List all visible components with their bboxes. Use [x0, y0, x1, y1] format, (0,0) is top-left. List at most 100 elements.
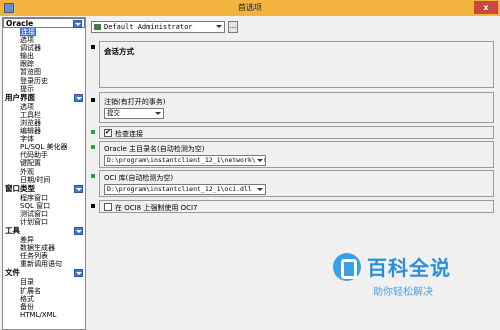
nav-item-label: 提示: [20, 84, 34, 93]
chevron-down-icon: [154, 110, 162, 118]
nav-item[interactable]: 选项: [3, 36, 85, 44]
oracle-home-select[interactable]: D:\program\instantclient_12_1\network\ad…: [104, 155, 266, 166]
oci-library-label: OCI 库(自动检测为空): [104, 174, 174, 182]
watermark-logo: [333, 253, 361, 281]
nav-item[interactable]: 工具栏: [3, 111, 85, 119]
nav-category-label: Oracle: [6, 19, 34, 28]
nav-item[interactable]: 计划窗口: [3, 218, 85, 226]
nav-item[interactable]: 浏览器: [3, 119, 85, 127]
nav-item[interactable]: 日期/时间: [3, 176, 85, 184]
nav-item[interactable]: 登录历史: [3, 77, 85, 85]
nav-item[interactable]: 代码助手: [3, 151, 85, 159]
nav-category[interactable]: 文件: [3, 268, 85, 279]
preferences-nav-tree: Oracle 连接 选项 调试器 输出 跟踪 暂览图 登录历史 提示 用户界面 选项 工具栏 浏览器 编辑…: [2, 17, 86, 330]
nav-category[interactable]: 工具: [3, 226, 85, 237]
watermark-title: 百科全说: [367, 256, 451, 280]
watermark-subtitle: 助你轻松解决: [373, 287, 433, 298]
oracle-home-label: Oracle 主目录名(自动检测为空): [104, 145, 205, 153]
nav-item[interactable]: 编辑器: [3, 127, 85, 135]
nav-item[interactable]: HTML/XML: [3, 311, 85, 319]
section-marker: [91, 204, 95, 208]
nav-category[interactable]: 窗口类型: [3, 183, 85, 194]
nav-category-label: 用户界面: [5, 92, 35, 102]
nav-item-label: 连接: [20, 28, 36, 36]
check-connection-section: 检查连接: [99, 126, 494, 139]
chevron-down-icon: [256, 157, 264, 165]
section-marker: [91, 98, 95, 102]
profile-more-button[interactable]: ...: [228, 21, 238, 33]
nav-item[interactable]: 调试器: [3, 44, 85, 52]
section-marker-changed: [91, 145, 95, 149]
nav-category[interactable]: Oracle: [3, 18, 85, 28]
nav-item[interactable]: 连接: [3, 28, 85, 36]
nav-item[interactable]: 提示: [3, 85, 85, 93]
nav-item[interactable]: 选项: [3, 103, 85, 111]
nav-item[interactable]: 跟踪: [3, 60, 85, 68]
nav-item-label: 数据生成器: [20, 244, 55, 253]
nav-item[interactable]: 差异: [3, 236, 85, 244]
nav-item-label: SQL 窗口: [20, 201, 51, 210]
nav-item-label: 键配置: [20, 159, 41, 168]
force-oci7-section: 在 OCI8 上强制使用 OCI7: [99, 200, 494, 213]
force-oci7-checkbox[interactable]: [104, 203, 112, 211]
collapse-icon[interactable]: [74, 269, 83, 278]
logoff-select[interactable]: 提交: [104, 108, 164, 119]
oracle-home-section: Oracle 主目录名(自动检测为空) D:\program\instantcl…: [99, 141, 494, 168]
nav-item-label: HTML/XML: [20, 310, 57, 319]
profile-value: Default Administrator: [104, 23, 193, 31]
preferences-window: 首选项 x Oracle 连接 选项 调试器 输出 跟踪 暂览图 登录历史 提示 用户界面 选项 工具…: [0, 0, 500, 330]
collapse-icon[interactable]: [74, 93, 83, 102]
nav-item[interactable]: 输出: [3, 52, 85, 60]
nav-item-label: 目录: [20, 278, 34, 287]
nav-item[interactable]: 格式: [3, 295, 85, 303]
section-marker: [91, 45, 95, 49]
logoff-section: 注销(有打开的事务) 提交: [99, 92, 494, 123]
nav-category-label: 工具: [5, 226, 20, 236]
collapse-icon[interactable]: [74, 227, 83, 236]
chevron-down-icon: [256, 186, 264, 194]
nav-item-label: 外观: [20, 167, 34, 176]
nav-item-label: 浏览器: [20, 118, 41, 127]
nav-item-label: 工具栏: [20, 110, 41, 119]
close-button[interactable]: x: [474, 1, 498, 14]
nav-item[interactable]: 扩展名: [3, 287, 85, 295]
nav-item[interactable]: 备份: [3, 303, 85, 311]
section-marker-changed: [91, 130, 95, 134]
nav-item-label: 计划窗口: [20, 217, 48, 226]
nav-item-label: 重新调用语句: [20, 260, 62, 269]
section-marker-changed: [91, 174, 95, 178]
nav-item[interactable]: 目录: [3, 278, 85, 286]
oci-library-section: OCI 库(自动检测为空) D:\program\instantclient_1…: [99, 170, 494, 197]
collapse-icon[interactable]: [73, 20, 82, 28]
collapse-icon[interactable]: [74, 184, 83, 193]
nav-item-label: 编辑器: [20, 127, 41, 136]
oracle-home-value: D:\program\instantclient_12_1\network\ad…: [107, 156, 266, 164]
nav-item[interactable]: SQL 窗口: [3, 202, 85, 210]
nav-item-label: 扩展名: [20, 286, 41, 295]
oci-library-value: D:\program\instantclient_12_1\oci.dll: [107, 185, 252, 193]
nav-item[interactable]: 键配置: [3, 159, 85, 167]
nav-item[interactable]: 测试窗口: [3, 210, 85, 218]
force-oci7-label: 在 OCI8 上强制使用 OCI7: [115, 204, 198, 212]
nav-item-label: 字体: [20, 135, 34, 144]
check-connection-checkbox[interactable]: [104, 128, 112, 137]
title-bar: 首选项 x: [0, 0, 500, 16]
nav-item-label: 格式: [20, 294, 34, 303]
nav-item-label: 选项: [20, 36, 34, 45]
nav-item[interactable]: 程序窗口: [3, 194, 85, 202]
nav-item[interactable]: 外观: [3, 168, 85, 176]
nav-item-label: 日期/时间: [20, 175, 51, 184]
session-mode-title: 会话方式: [104, 47, 134, 56]
nav-item[interactable]: 字体: [3, 135, 85, 143]
logoff-label: 注销(有打开的事务): [104, 98, 166, 106]
nav-item[interactable]: 暂览图: [3, 68, 85, 76]
nav-category[interactable]: 用户界面: [3, 92, 85, 103]
profile-select[interactable]: Default Administrator: [91, 21, 225, 33]
chevron-down-icon: [215, 23, 223, 31]
watermark: 百科全说 助你轻松解决: [333, 243, 497, 307]
oci-library-select[interactable]: D:\program\instantclient_12_1\oci.dll: [104, 184, 266, 195]
nav-item-label: 暂览图: [20, 68, 41, 77]
session-mode-section: 会话方式: [99, 41, 494, 88]
logoff-value: 提交: [107, 109, 120, 117]
check-connection-label: 检查连接: [115, 130, 143, 138]
